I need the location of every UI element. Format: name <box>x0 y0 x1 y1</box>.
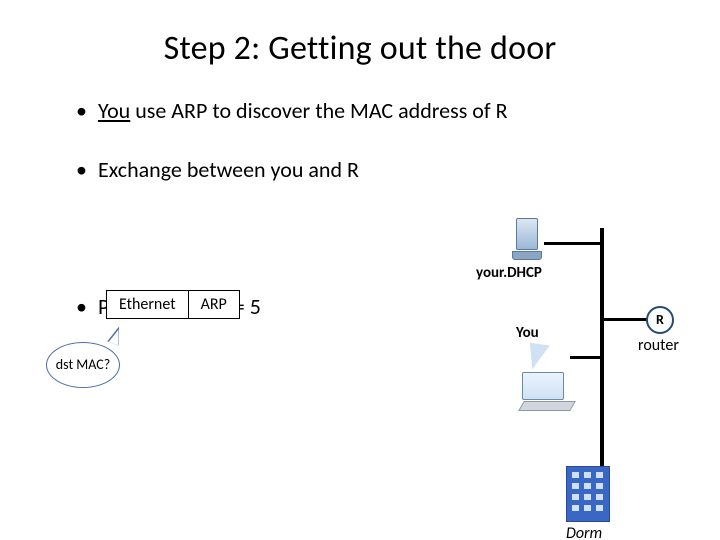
dorm-building-icon <box>566 466 610 522</box>
bullet-2: Exchange between you and R <box>76 156 720 183</box>
bullet-1: You use ARP to discover the MAC address … <box>76 97 720 124</box>
laptop-icon <box>522 372 572 410</box>
server-tap <box>544 242 602 245</box>
pkt-ethernet: Ethernet <box>106 290 189 319</box>
label-you: You <box>516 324 539 342</box>
server-icon <box>516 218 542 262</box>
slide-title: Step 2: Getting out the door <box>0 28 720 69</box>
router-node: R <box>646 306 674 334</box>
pkt-arp: ARP <box>189 290 240 319</box>
label-dorm: Dorm <box>566 524 602 540</box>
callout-dst-mac: dst MAC? <box>46 342 120 388</box>
packet-frame: Ethernet ARP <box>106 290 240 319</box>
you-tap <box>570 356 602 359</box>
router-tap <box>602 318 648 321</box>
bullet-1-rest: use ARP to discover the MAC address of R <box>130 97 507 124</box>
you-pointer <box>526 343 549 372</box>
label-router: router <box>638 336 679 355</box>
network-diagram: your.DHCP You R router Dorm <box>470 218 700 540</box>
bullet-1-you: You <box>98 97 130 124</box>
label-your-dhcp: your.DHCP <box>476 264 542 282</box>
